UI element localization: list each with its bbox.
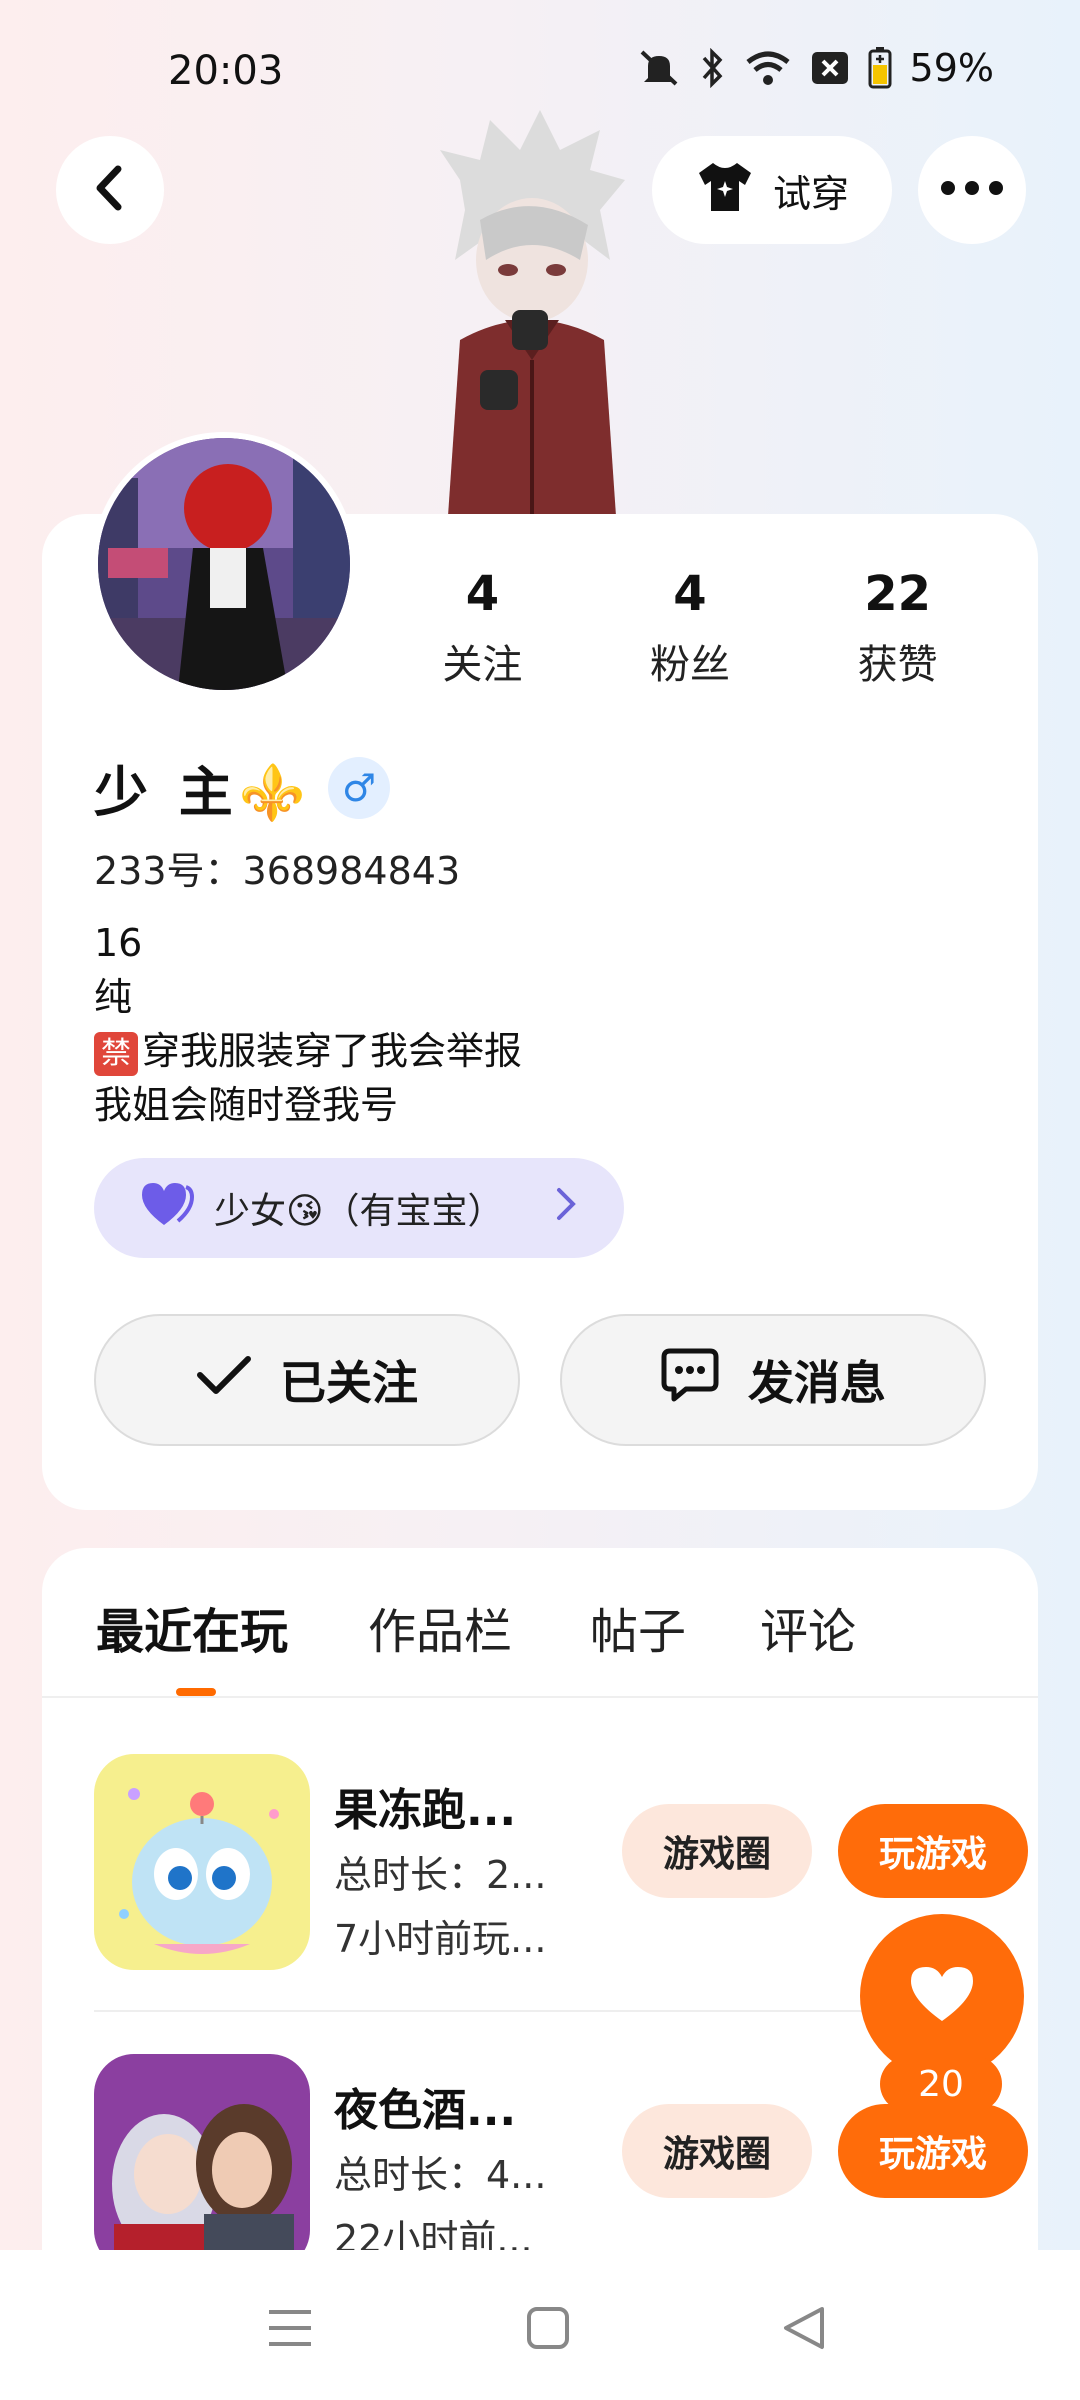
recent-apps-button[interactable] xyxy=(250,2290,330,2370)
play-game-button[interactable]: 玩游戏 xyxy=(838,2104,1028,2198)
game-circle-button[interactable]: 游戏圈 xyxy=(622,2104,812,2198)
mute-icon xyxy=(636,48,682,88)
heart-icon xyxy=(909,1965,975,2027)
square-icon xyxy=(526,2306,570,2354)
username: 少 主⚜️ xyxy=(94,761,313,824)
game-circle-button[interactable]: 游戏圈 xyxy=(622,1804,812,1898)
navigation-bar xyxy=(0,2250,1080,2400)
like-count-badge: 20 xyxy=(880,2056,1002,2112)
bio: 16 纯 禁穿我服装穿了我会举报 我姐会随时登我号 xyxy=(94,916,522,1132)
following-count: 4 xyxy=(465,566,500,622)
more-button[interactable] xyxy=(918,136,1026,244)
active-tab-indicator xyxy=(176,1688,216,1696)
status-time: 20:03 xyxy=(168,48,284,94)
profile-stats: 4 关注 4 粉丝 22 获赞 xyxy=(380,566,1000,690)
likes-count: 22 xyxy=(864,566,931,622)
tshirt-icon xyxy=(695,159,755,222)
tab-comments[interactable]: 评论 xyxy=(760,1592,856,1662)
battery-icon xyxy=(868,47,892,89)
bio-line-4: 我姐会随时登我号 xyxy=(94,1083,399,1127)
tab-works[interactable]: 作品栏 xyxy=(368,1592,512,1662)
send-message-label: 发消息 xyxy=(748,1356,886,1410)
play-game-button[interactable]: 玩游戏 xyxy=(838,1804,1028,1898)
wifi-icon xyxy=(744,48,792,88)
tab-posts[interactable]: 帖子 xyxy=(590,1592,686,1662)
game-duration: 总时长：4... xyxy=(334,2153,547,2197)
following-label: 关注 xyxy=(442,642,523,688)
heart-icon xyxy=(140,1181,195,1236)
username-row: 少 主⚜️ ♂ xyxy=(94,748,391,827)
row-divider xyxy=(94,2010,994,2012)
try-on-label: 试穿 xyxy=(772,171,849,216)
back-button[interactable] xyxy=(56,136,164,244)
stat-likes[interactable]: 22 获赞 xyxy=(795,566,1000,690)
likes-label: 获赞 xyxy=(857,642,938,688)
sim-off-icon xyxy=(810,50,850,86)
followers-count: 4 xyxy=(673,566,707,622)
game-duration: 总时长：2... xyxy=(334,1853,547,1897)
dressup-character[interactable] xyxy=(420,110,640,516)
stat-followers[interactable]: 4 粉丝 xyxy=(585,566,795,690)
chat-icon xyxy=(660,1347,720,1414)
menu-icon xyxy=(267,2306,313,2354)
bio-line-2: 纯 xyxy=(94,975,133,1019)
send-message-button[interactable]: 发消息 xyxy=(560,1314,986,1446)
user-id: 233号：368984843 xyxy=(94,849,461,893)
bio-line-3-text: 穿我服装穿了我会举报 xyxy=(142,1029,523,1073)
ban-mark-icon: 禁 xyxy=(94,1031,138,1076)
like-button[interactable] xyxy=(860,1914,1024,2078)
bio-line-3: 禁穿我服装穿了我会举报 xyxy=(94,1024,522,1078)
game-row[interactable]: 夜色酒... 总时长：4... 22小时前... 游戏圈 玩游戏 xyxy=(94,2054,1028,2268)
chevron-right-icon xyxy=(556,1187,576,1230)
followers-label: 粉丝 xyxy=(650,642,730,688)
content-card: 最近在玩 作品栏 帖子 评论 果冻跑... 总时长：2... 7小时前玩... … xyxy=(42,1548,1038,2268)
tab-recently-played[interactable]: 最近在玩 xyxy=(96,1592,288,1662)
game-icon-jelly-run[interactable] xyxy=(94,1754,310,1970)
followed-button[interactable]: 已关注 xyxy=(94,1314,520,1446)
relationship-tag[interactable]: 少女😘（有宝宝） xyxy=(94,1158,624,1258)
home-button[interactable] xyxy=(508,2290,588,2370)
system-back-button[interactable] xyxy=(764,2290,844,2370)
check-icon xyxy=(196,1353,252,1408)
back-icon xyxy=(90,163,130,217)
try-on-button[interactable]: 试穿 xyxy=(652,136,892,244)
battery-percent: 59% xyxy=(909,46,994,90)
avatar[interactable] xyxy=(92,432,356,696)
game-row[interactable]: 果冻跑... 总时长：2... 7小时前玩... 游戏圈 玩游戏 xyxy=(94,1754,1028,1974)
game-title: 夜色酒... xyxy=(334,2085,517,2136)
triangle-back-icon xyxy=(782,2305,826,2355)
bluetooth-icon xyxy=(700,48,726,88)
game-title: 果冻跑... xyxy=(334,1785,517,1836)
status-icons: 59% xyxy=(636,46,994,90)
followed-label: 已关注 xyxy=(280,1356,418,1410)
game-last-played: 7小时前玩... xyxy=(334,1917,547,1961)
bio-line-1: 16 xyxy=(94,921,143,965)
game-icon-night-bar[interactable] xyxy=(94,2054,310,2268)
stat-following[interactable]: 4 关注 xyxy=(380,566,585,690)
more-icon xyxy=(940,180,1004,200)
relationship-tag-text: 少女😘（有宝宝） xyxy=(214,1191,504,1232)
tab-bar: 最近在玩 作品栏 帖子 评论 xyxy=(42,1548,1038,1698)
gender-male-icon: ♂ xyxy=(328,756,391,819)
